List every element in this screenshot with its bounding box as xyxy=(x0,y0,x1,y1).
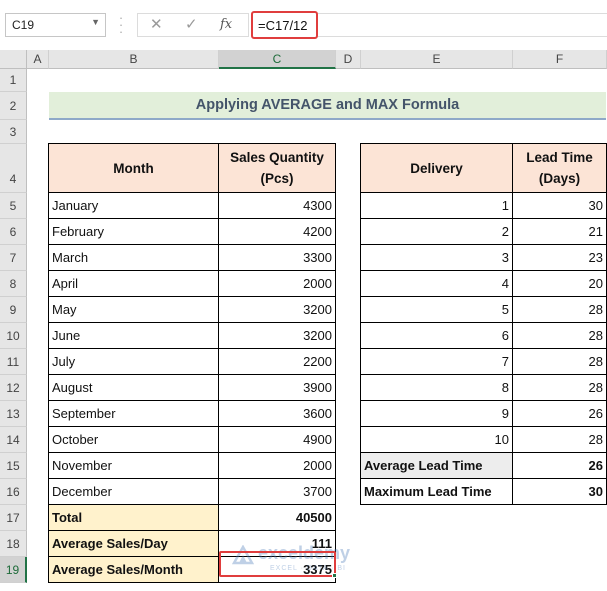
row-header-11[interactable]: 11 xyxy=(0,349,27,375)
column-header-e[interactable]: E xyxy=(361,50,513,69)
fill-handle[interactable] xyxy=(332,573,337,578)
month-cell[interactable]: December xyxy=(48,478,219,505)
lead-summary-value-cell[interactable]: 26 xyxy=(512,452,607,479)
cancel-icon[interactable]: ✕ xyxy=(150,15,163,33)
summary-label-cell[interactable]: Average Sales/Month xyxy=(48,556,219,583)
row-header-15[interactable]: 15 xyxy=(0,453,27,479)
lead-time-cell[interactable]: 23 xyxy=(512,244,607,271)
column-header-a[interactable]: A xyxy=(27,50,49,69)
header-delivery[interactable]: Delivery xyxy=(360,143,513,193)
function-icon[interactable]: fx xyxy=(220,17,232,32)
name-box-value: C19 xyxy=(12,18,35,32)
delivery-number-cell[interactable]: 3 xyxy=(360,244,513,271)
name-box[interactable]: C19 ▼ xyxy=(5,13,106,37)
lead-time-cell[interactable]: 21 xyxy=(512,218,607,245)
row-header-8[interactable]: 8 xyxy=(0,271,27,297)
delivery-number-cell[interactable]: 6 xyxy=(360,322,513,349)
month-cell[interactable]: September xyxy=(48,400,219,427)
row-header-4[interactable]: 4 xyxy=(0,144,27,193)
summary-label-cell[interactable]: Total xyxy=(48,504,219,531)
row-header-14[interactable]: 14 xyxy=(0,427,27,453)
sales-quantity-cell[interactable]: 3200 xyxy=(218,322,336,349)
row-header-7[interactable]: 7 xyxy=(0,245,27,271)
formula-bar: C19 ▼ · · · ✕ ✓ fx =C17/12 xyxy=(0,0,607,52)
formula-buttons: ✕ ✓ fx xyxy=(137,13,249,37)
lead-time-cell[interactable]: 20 xyxy=(512,270,607,297)
lead-summary-label-cell[interactable]: Average Lead Time xyxy=(360,452,513,479)
sales-quantity-cell[interactable]: 2200 xyxy=(218,348,336,375)
header-month[interactable]: Month xyxy=(48,143,219,193)
month-cell[interactable]: October xyxy=(48,426,219,453)
row-header-6[interactable]: 6 xyxy=(0,219,27,245)
delivery-number-cell[interactable]: 7 xyxy=(360,348,513,375)
row-header-9[interactable]: 9 xyxy=(0,297,27,323)
spreadsheet-grid: ABCDEF 1 2 3 4 5 6 7 8 9 10 11 12 13 14 15 16 17 18 19 App… xyxy=(0,50,607,591)
drag-handle-icon[interactable]: · · · xyxy=(116,11,126,38)
sheet-title[interactable]: Applying AVERAGE and MAX Formula xyxy=(49,92,606,120)
delivery-number-cell[interactable]: 8 xyxy=(360,374,513,401)
row-header-1[interactable]: 1 xyxy=(0,69,27,92)
month-cell[interactable]: January xyxy=(48,192,219,219)
column-header-b[interactable]: B xyxy=(49,50,219,69)
sales-quantity-cell[interactable]: 4300 xyxy=(218,192,336,219)
sales-quantity-cell[interactable]: 2000 xyxy=(218,452,336,479)
lead-summary-label-cell[interactable]: Maximum Lead Time xyxy=(360,478,513,505)
lead-time-cell[interactable]: 28 xyxy=(512,296,607,323)
delivery-number-cell[interactable]: 2 xyxy=(360,218,513,245)
row-header-16[interactable]: 16 xyxy=(0,479,27,505)
delivery-number-cell[interactable]: 1 xyxy=(360,192,513,219)
sales-quantity-cell[interactable]: 3900 xyxy=(218,374,336,401)
month-cell[interactable]: November xyxy=(48,452,219,479)
sales-quantity-cell[interactable]: 3600 xyxy=(218,400,336,427)
lead-time-cell[interactable]: 26 xyxy=(512,400,607,427)
row-header-17[interactable]: 17 xyxy=(0,505,27,531)
chevron-down-icon[interactable]: ▼ xyxy=(91,17,100,27)
sales-quantity-cell[interactable]: 3200 xyxy=(218,296,336,323)
month-cell[interactable]: July xyxy=(48,348,219,375)
month-cell[interactable]: May xyxy=(48,296,219,323)
lead-summary-value-cell[interactable]: 30 xyxy=(512,478,607,505)
selected-cell-highlight[interactable] xyxy=(219,551,336,577)
month-cell[interactable]: August xyxy=(48,374,219,401)
row-header-12[interactable]: 12 xyxy=(0,375,27,401)
sales-quantity-cell[interactable]: 4200 xyxy=(218,218,336,245)
enter-icon[interactable]: ✓ xyxy=(185,15,198,33)
formula-input[interactable]: =C17/12 xyxy=(251,11,318,39)
sales-quantity-cell[interactable]: 2000 xyxy=(218,270,336,297)
row-header-13[interactable]: 13 xyxy=(0,401,27,427)
sales-quantity-cell[interactable]: 3300 xyxy=(218,244,336,271)
sales-quantity-cell[interactable]: 4900 xyxy=(218,426,336,453)
month-cell[interactable]: February xyxy=(48,218,219,245)
header-lead-time[interactable]: Lead Time (Days) xyxy=(512,143,607,193)
row-header-18[interactable]: 18 xyxy=(0,531,27,557)
summary-value-cell[interactable]: 40500 xyxy=(218,504,336,531)
month-cell[interactable]: March xyxy=(48,244,219,271)
delivery-number-cell[interactable]: 10 xyxy=(360,426,513,453)
column-header-c[interactable]: C xyxy=(219,50,336,69)
lead-time-cell[interactable]: 30 xyxy=(512,192,607,219)
lead-time-cell[interactable]: 28 xyxy=(512,426,607,453)
column-header-f[interactable]: F xyxy=(513,50,607,69)
summary-label-cell[interactable]: Average Sales/Day xyxy=(48,530,219,557)
column-header-d[interactable]: D xyxy=(336,50,361,69)
delivery-number-cell[interactable]: 4 xyxy=(360,270,513,297)
select-all-corner[interactable] xyxy=(0,50,27,69)
row-header-2[interactable]: 2 xyxy=(0,92,27,120)
row-header-19[interactable]: 19 xyxy=(0,557,27,583)
month-cell[interactable]: April xyxy=(48,270,219,297)
header-sales-quantity[interactable]: Sales Quantity (Pcs) xyxy=(218,143,336,193)
lead-time-cell[interactable]: 28 xyxy=(512,348,607,375)
lead-time-cell[interactable]: 28 xyxy=(512,322,607,349)
month-cell[interactable]: June xyxy=(48,322,219,349)
formula-input-extension[interactable] xyxy=(318,13,607,37)
row-header-5[interactable]: 5 xyxy=(0,193,27,219)
delivery-number-cell[interactable]: 9 xyxy=(360,400,513,427)
row-header-3[interactable]: 3 xyxy=(0,120,27,144)
row-header-10[interactable]: 10 xyxy=(0,323,27,349)
sales-quantity-cell[interactable]: 3700 xyxy=(218,478,336,505)
delivery-number-cell[interactable]: 5 xyxy=(360,296,513,323)
lead-time-cell[interactable]: 28 xyxy=(512,374,607,401)
